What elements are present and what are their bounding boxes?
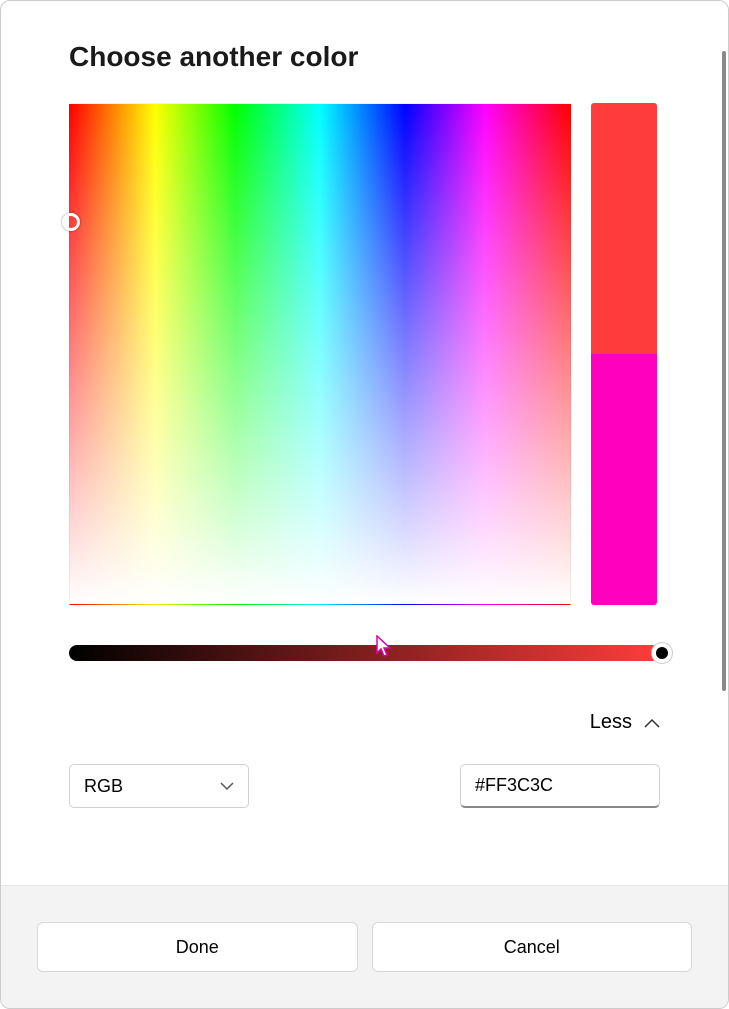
cancel-button[interactable]: Cancel (372, 922, 693, 972)
picker-row (69, 103, 660, 605)
value-slider[interactable] (69, 645, 660, 661)
slider-thumb[interactable] (651, 642, 673, 664)
color-mode-select[interactable]: RGB (69, 764, 249, 808)
previous-color-swatch[interactable] (591, 354, 657, 605)
dialog-title: Choose another color (69, 41, 660, 73)
inputs-row: RGB (69, 764, 660, 808)
spectrum-handle[interactable] (62, 213, 80, 231)
scrollbar[interactable] (722, 51, 726, 691)
toggle-label: Less (590, 711, 632, 734)
more-less-toggle[interactable]: Less (69, 711, 660, 734)
mode-value: RGB (84, 776, 123, 797)
slider-thumb-inner (656, 647, 668, 659)
chevron-up-icon (644, 718, 660, 728)
dialog-footer: Done Cancel (1, 885, 728, 1008)
hex-input[interactable] (460, 764, 660, 808)
color-picker-dialog: Choose another color Less RGB (0, 0, 729, 1009)
done-button[interactable]: Done (37, 922, 358, 972)
current-color-swatch (591, 103, 657, 354)
color-swatches (591, 103, 657, 605)
chevron-down-icon (220, 782, 234, 791)
dialog-content: Choose another color Less RGB (1, 1, 728, 885)
color-spectrum[interactable] (69, 103, 571, 605)
